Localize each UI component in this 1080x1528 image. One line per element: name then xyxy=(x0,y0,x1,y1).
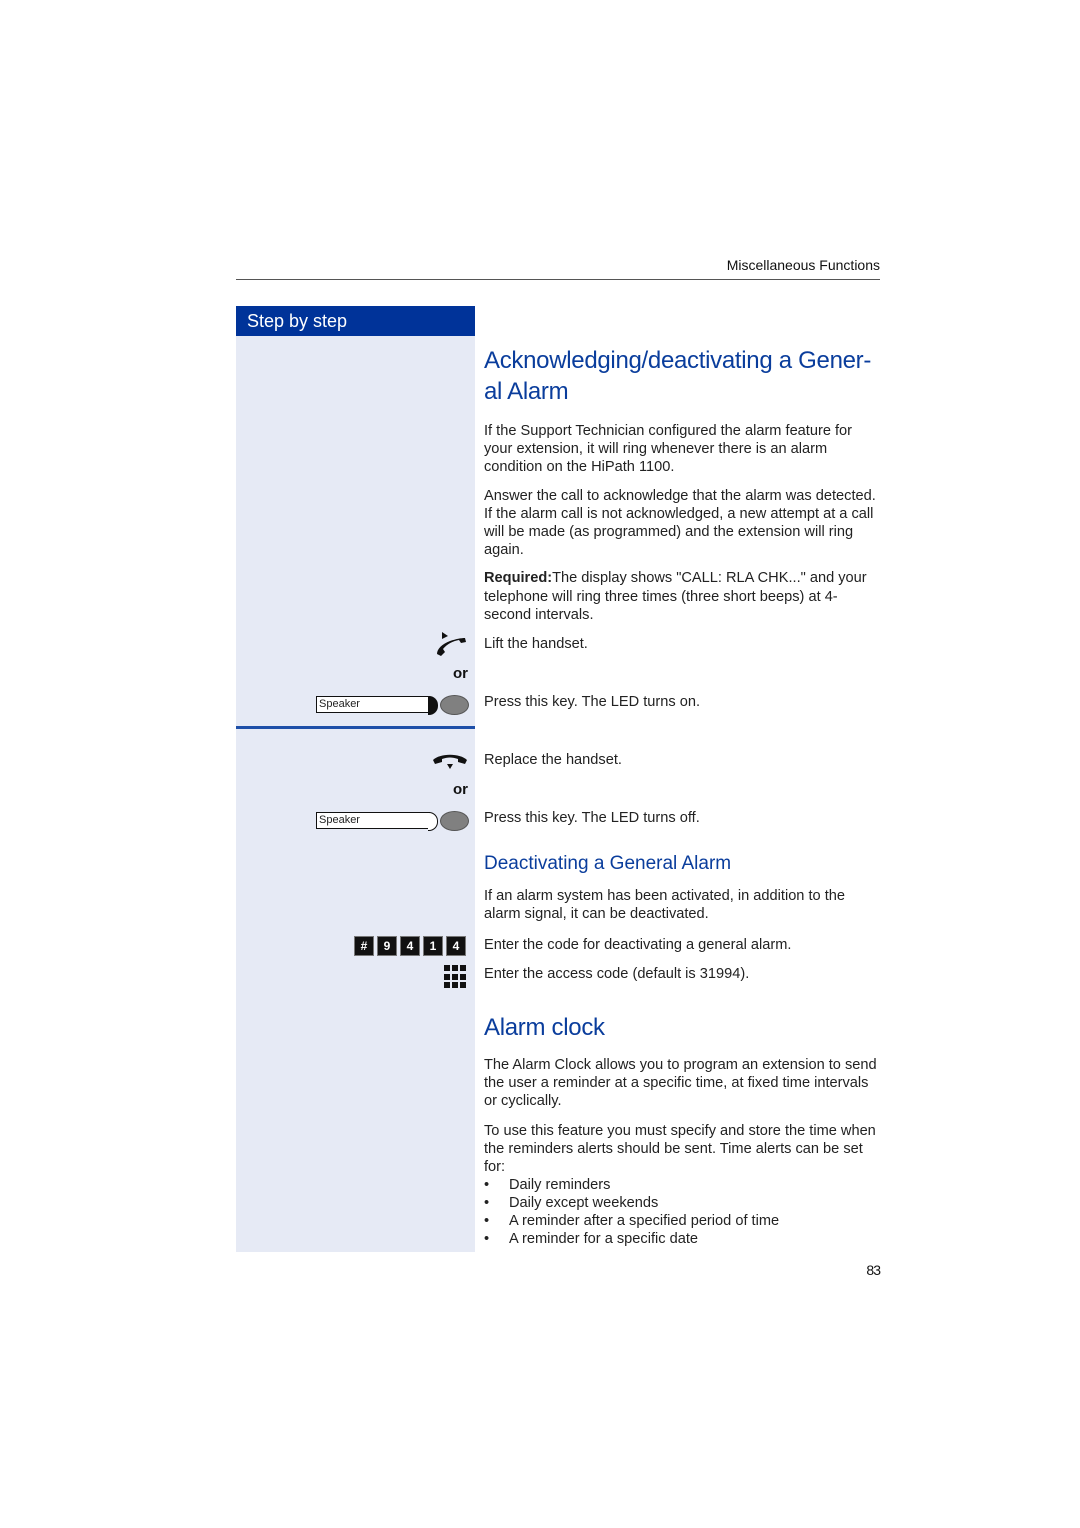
key-4[interactable]: 4 xyxy=(400,936,420,956)
list-item: A reminder for a specific date xyxy=(484,1230,880,1248)
section-acknowledge-alarm: Acknowledging/deactivating a Gener-al Al… xyxy=(484,345,880,624)
speaker-key-led-off[interactable]: Speaker xyxy=(316,810,469,831)
key-4[interactable]: 4 xyxy=(446,936,466,956)
step-by-step-header: Step by step xyxy=(236,306,475,336)
list-item: Daily reminders xyxy=(484,1176,880,1194)
running-header: Miscellaneous Functions xyxy=(726,257,880,273)
sidebar-divider xyxy=(236,726,475,729)
paragraph: To use this feature you must specify and… xyxy=(484,1122,876,1176)
paragraph: The Alarm Clock allows you to program an… xyxy=(484,1057,877,1110)
key-hash[interactable]: # xyxy=(354,936,374,956)
speaker-key-label[interactable]: Speaker xyxy=(316,696,430,713)
led-indicator-icon xyxy=(440,811,469,831)
speaker-key-cap xyxy=(428,696,438,715)
or-label: or xyxy=(453,781,468,798)
required-label: Required: xyxy=(484,570,553,587)
list-item: Daily except weekends xyxy=(484,1194,880,1212)
required-paragraph: Required:The display shows "CALL: RLA CH… xyxy=(484,570,867,623)
speaker-key-label[interactable]: Speaker xyxy=(316,812,430,829)
step-enter-code-text: Enter the code for deactivating a genera… xyxy=(484,937,792,953)
code-keys: # 9 4 1 4 xyxy=(354,936,466,956)
list-item: A reminder after a specified period of t… xyxy=(484,1212,880,1230)
or-label: or xyxy=(453,665,468,682)
section-deactivate-alarm: Deactivating a General Alarm If an alarm… xyxy=(484,852,880,923)
speaker-key-led-on[interactable]: Speaker xyxy=(316,694,469,715)
led-indicator-icon xyxy=(440,695,469,715)
page-number: 83 xyxy=(866,1262,881,1278)
section-title: Acknowledging/deactivating a Gener-al Al… xyxy=(484,347,872,405)
paragraph: If the Support Technician configured the… xyxy=(484,423,853,476)
key-1[interactable]: 1 xyxy=(423,936,443,956)
paragraph: Answer the call to acknowledge that the … xyxy=(484,487,876,559)
alert-options-list: Daily reminders Daily except weekends A … xyxy=(484,1176,880,1248)
lift-handset-icon xyxy=(437,632,466,656)
header-divider xyxy=(236,279,880,280)
step-sidebar xyxy=(236,306,475,1252)
step-speaker-off-text: Press this key. The LED turns off. xyxy=(484,810,700,826)
step-access-code-text: Enter the access code (default is 31994)… xyxy=(484,966,750,982)
speaker-key-cap xyxy=(428,812,438,831)
keypad-icon xyxy=(444,965,468,989)
step-speaker-on-text: Press this key. The LED turns on. xyxy=(484,694,701,710)
replace-handset-icon xyxy=(433,754,467,769)
step-by-step-label: Step by step xyxy=(247,311,348,331)
section-title: Deactivating a General Alarm xyxy=(484,853,732,874)
key-9[interactable]: 9 xyxy=(377,936,397,956)
step-lift-handset-text: Lift the handset. xyxy=(484,636,588,652)
section-alarm-clock: Alarm clock The Alarm Clock allows you t… xyxy=(484,1012,880,1248)
step-replace-handset-text: Replace the handset. xyxy=(484,752,622,768)
paragraph: If an alarm system has been activated, i… xyxy=(484,888,845,923)
section-title: Alarm clock xyxy=(484,1014,605,1041)
